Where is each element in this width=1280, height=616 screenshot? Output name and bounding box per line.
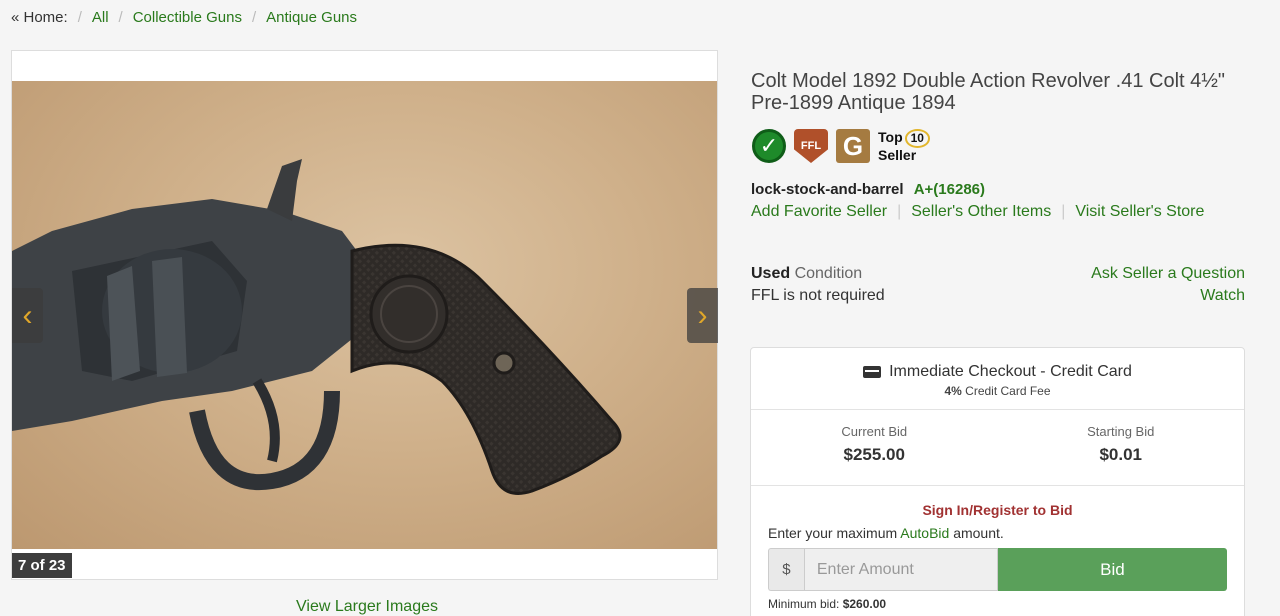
image-counter: 7 of 23 bbox=[12, 553, 72, 578]
breadcrumb-all[interactable]: All bbox=[92, 9, 109, 26]
breadcrumb: « Home: / All / Collectible Guns / Antiq… bbox=[11, 9, 357, 26]
card-fee-note: 4% Credit Card Fee bbox=[751, 384, 1244, 398]
minimum-bid-value: $260.00 bbox=[842, 597, 887, 611]
listing-actions: Ask Seller a Question Watch bbox=[1091, 263, 1245, 307]
top-label: Top bbox=[878, 129, 903, 145]
autobid-instructions: Enter your maximum AutoBid amount. bbox=[768, 525, 1227, 541]
bid-button[interactable]: Bid bbox=[997, 548, 1227, 591]
condition-value: Used bbox=[751, 265, 791, 282]
chevron-right-icon: › bbox=[697, 298, 708, 332]
chevron-left-icon: ‹ bbox=[22, 298, 33, 332]
breadcrumb-separator: / bbox=[251, 9, 257, 26]
previous-image-button[interactable]: ‹ bbox=[12, 288, 43, 343]
next-image-button[interactable]: › bbox=[687, 288, 718, 343]
visit-sellers-store-link[interactable]: Visit Seller's Store bbox=[1075, 203, 1204, 221]
watch-link[interactable]: Watch bbox=[1200, 287, 1245, 304]
gold-seller-badge[interactable]: G bbox=[836, 129, 870, 163]
autobid-link[interactable]: AutoBid bbox=[900, 525, 949, 541]
image-gallery: ‹ › 7 of 23 bbox=[11, 50, 718, 580]
revolver-illustration bbox=[12, 159, 622, 495]
add-favorite-seller-link[interactable]: Add Favorite Seller bbox=[751, 203, 887, 221]
ten-label: 10 bbox=[904, 129, 930, 148]
breadcrumb-home[interactable]: « Home: bbox=[11, 9, 68, 26]
bid-amount-input[interactable] bbox=[803, 548, 998, 591]
bid-input-row: $ Bid bbox=[768, 548, 1227, 591]
autobid-text-post: amount. bbox=[949, 525, 1004, 541]
item-condition: Used Condition FFL is not required bbox=[751, 263, 885, 307]
current-bid: Current Bid $255.00 bbox=[751, 410, 998, 485]
card-fee-text: Credit Card Fee bbox=[965, 384, 1051, 398]
seller-info: lock-stock-and-barrel A+(16286) bbox=[751, 181, 985, 198]
ask-seller-question-link[interactable]: Ask Seller a Question bbox=[1091, 265, 1245, 282]
seller-badges: ✓ FFL G Top 10 Seller bbox=[752, 129, 930, 163]
ffl-badge-label: FFL bbox=[800, 140, 822, 152]
checkout-header: Immediate Checkout - Credit Card 4% Cred… bbox=[751, 348, 1244, 410]
top-10-seller-badge[interactable]: Top 10 Seller bbox=[878, 129, 930, 163]
ffl-badge[interactable]: FFL bbox=[794, 129, 828, 163]
seller-rating[interactable]: A+(16286) bbox=[914, 181, 985, 198]
breadcrumb-separator: / bbox=[77, 9, 82, 26]
bid-summary: Current Bid $255.00 Starting Bid $0.01 bbox=[751, 410, 1244, 486]
currency-addon: $ bbox=[768, 548, 804, 591]
breadcrumb-separator: / bbox=[118, 9, 123, 26]
link-divider: | bbox=[1061, 203, 1066, 220]
minimum-bid: Minimum bid: $260.00 bbox=[768, 597, 1227, 611]
breadcrumb-collectible-guns[interactable]: Collectible Guns bbox=[133, 9, 242, 26]
condition-label: Condition bbox=[794, 265, 863, 282]
minimum-bid-label: Minimum bid: bbox=[768, 597, 840, 611]
ffl-requirement: FFL is not required bbox=[751, 287, 885, 304]
starting-bid-value: $0.01 bbox=[1099, 445, 1143, 464]
view-larger-images-link[interactable]: View Larger Images bbox=[296, 598, 438, 616]
breadcrumb-antique-guns[interactable]: Antique Guns bbox=[266, 9, 357, 26]
current-bid-value: $255.00 bbox=[843, 445, 905, 464]
listing-title: Colt Model 1892 Double Action Revolver .… bbox=[751, 70, 1226, 114]
autobid-text-pre: Enter your maximum bbox=[768, 525, 901, 541]
verified-check-icon[interactable]: ✓ bbox=[752, 129, 786, 163]
credit-card-icon bbox=[863, 366, 882, 378]
seller-links: Add Favorite Seller | Seller's Other Ite… bbox=[751, 203, 1204, 221]
card-fee-percent: 4% bbox=[944, 384, 962, 398]
seller-name[interactable]: lock-stock-and-barrel bbox=[751, 181, 904, 198]
link-divider: | bbox=[897, 203, 902, 220]
starting-bid: Starting Bid $0.01 bbox=[998, 410, 1245, 485]
gold-badge-label: G bbox=[842, 130, 864, 161]
starting-bid-label: Starting Bid bbox=[1087, 424, 1155, 439]
sellers-other-items-link[interactable]: Seller's Other Items bbox=[911, 203, 1051, 221]
bid-panel: Immediate Checkout - Credit Card 4% Cred… bbox=[750, 347, 1245, 616]
checkout-title: Immediate Checkout - Credit Card bbox=[889, 363, 1132, 380]
sign-in-register-link[interactable]: Sign In/Register to Bid bbox=[768, 502, 1227, 518]
current-bid-label: Current Bid bbox=[841, 424, 908, 439]
product-photo[interactable] bbox=[12, 81, 717, 549]
seller-badge-label: Seller bbox=[878, 147, 917, 163]
bid-form: Sign In/Register to Bid Enter your maxim… bbox=[751, 486, 1244, 611]
